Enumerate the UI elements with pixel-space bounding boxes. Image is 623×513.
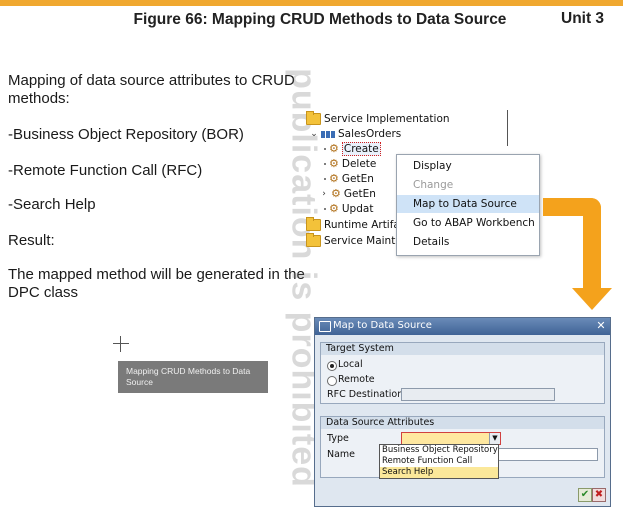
cancel-button[interactable]: ✖ bbox=[592, 488, 606, 502]
option-remote-function-call[interactable]: Remote Function Call bbox=[380, 456, 498, 467]
search-help-item: -Search Help bbox=[8, 196, 96, 213]
tree-divider bbox=[507, 110, 508, 146]
tree-node-getentityset[interactable]: › ⚙ GetEn bbox=[320, 187, 376, 201]
tree-node-create[interactable]: ⚙ Create bbox=[324, 142, 381, 156]
tree-node-getentity[interactable]: ⚙ GetEn bbox=[324, 172, 374, 186]
folder-icon bbox=[306, 233, 321, 247]
tree-node-delete[interactable]: ⚙ Delete bbox=[324, 157, 376, 171]
tree-node-service-maintenance[interactable]: Service Mainte bbox=[306, 233, 402, 248]
local-radio[interactable] bbox=[327, 361, 337, 371]
arrow-down-icon bbox=[572, 288, 612, 310]
ok-button[interactable]: ✔ bbox=[578, 488, 592, 502]
local-label: Local bbox=[338, 359, 363, 370]
gear-method-icon: ⚙ bbox=[329, 172, 339, 185]
remote-label: Remote bbox=[338, 374, 375, 385]
result-text: The mapped method will be generated in t… bbox=[8, 266, 305, 301]
tree-node-runtime-artifacts[interactable]: Runtime Artifa bbox=[306, 217, 400, 232]
dialog-title-bar[interactable]: Map to Data Source ✕ bbox=[315, 318, 610, 335]
entity-set-icon bbox=[321, 130, 335, 138]
chevron-right-icon: › bbox=[322, 189, 326, 199]
gear-method-icon: ⚙ bbox=[329, 142, 339, 155]
menu-item-map-to-data-source[interactable]: Map to Data Source bbox=[397, 195, 539, 213]
tree-node-update[interactable]: ⚙ Updat bbox=[324, 202, 373, 216]
type-label: Type bbox=[327, 433, 349, 444]
chevron-down-icon: ⌄ bbox=[310, 129, 318, 139]
folder-icon bbox=[306, 217, 321, 231]
tooltip: Mapping CRUD Methods to Data Source bbox=[118, 361, 268, 393]
remote-radio[interactable] bbox=[327, 376, 337, 386]
option-business-object-repository[interactable]: Business Object Repository bbox=[380, 445, 498, 456]
unit-label: Unit 3 bbox=[561, 10, 605, 27]
intro-text: Mapping of data source attributes to CRU… bbox=[8, 72, 295, 107]
type-dropdown-list: Business Object Repository Remote Functi… bbox=[379, 444, 499, 479]
gear-method-icon: ⚙ bbox=[331, 187, 341, 200]
figure-title: Figure 66: Mapping CRUD Methods to Data … bbox=[133, 11, 507, 28]
rfc-destination-label: RFC Destination bbox=[327, 389, 404, 400]
group-title: Target System bbox=[321, 343, 604, 355]
window-icon bbox=[319, 321, 331, 332]
option-search-help[interactable]: Search Help bbox=[380, 467, 498, 478]
bor-item: -Business Object Repository (BOR) bbox=[8, 126, 244, 143]
result-label: Result: bbox=[8, 232, 55, 249]
rfc-item: -Remote Function Call (RFC) bbox=[8, 162, 203, 179]
folder-icon bbox=[306, 111, 321, 125]
menu-item-details[interactable]: Details bbox=[397, 233, 539, 251]
context-menu: Display Change Map to Data Source Go to … bbox=[396, 154, 540, 256]
menu-item-go-to-abap-workbench[interactable]: Go to ABAP Workbench bbox=[397, 214, 539, 232]
top-accent-bar bbox=[0, 0, 623, 6]
chevron-down-icon[interactable]: ▼ bbox=[489, 433, 500, 444]
gear-method-icon: ⚙ bbox=[329, 157, 339, 170]
tree-node-service-implementation[interactable]: Service Implementation bbox=[306, 111, 450, 126]
dialog-title: Map to Data Source bbox=[333, 320, 432, 331]
arrow-shaft-vertical bbox=[583, 198, 601, 290]
target-system-group: Target System Local Remote RFC Destinati… bbox=[320, 342, 605, 404]
rfc-destination-field[interactable] bbox=[401, 388, 555, 401]
tree-node-salesorders[interactable]: ⌄ SalesOrders bbox=[310, 127, 401, 141]
name-label: Name bbox=[327, 449, 356, 460]
close-icon[interactable]: ✕ bbox=[595, 320, 607, 332]
crosshair-cursor-icon bbox=[113, 336, 129, 352]
menu-item-display[interactable]: Display bbox=[397, 157, 539, 175]
gear-method-icon: ⚙ bbox=[329, 202, 339, 215]
menu-item-change[interactable]: Change bbox=[397, 176, 539, 194]
map-to-data-source-dialog: Map to Data Source ✕ Target System Local… bbox=[314, 317, 611, 507]
group-title: Data Source Attributes bbox=[321, 417, 604, 429]
